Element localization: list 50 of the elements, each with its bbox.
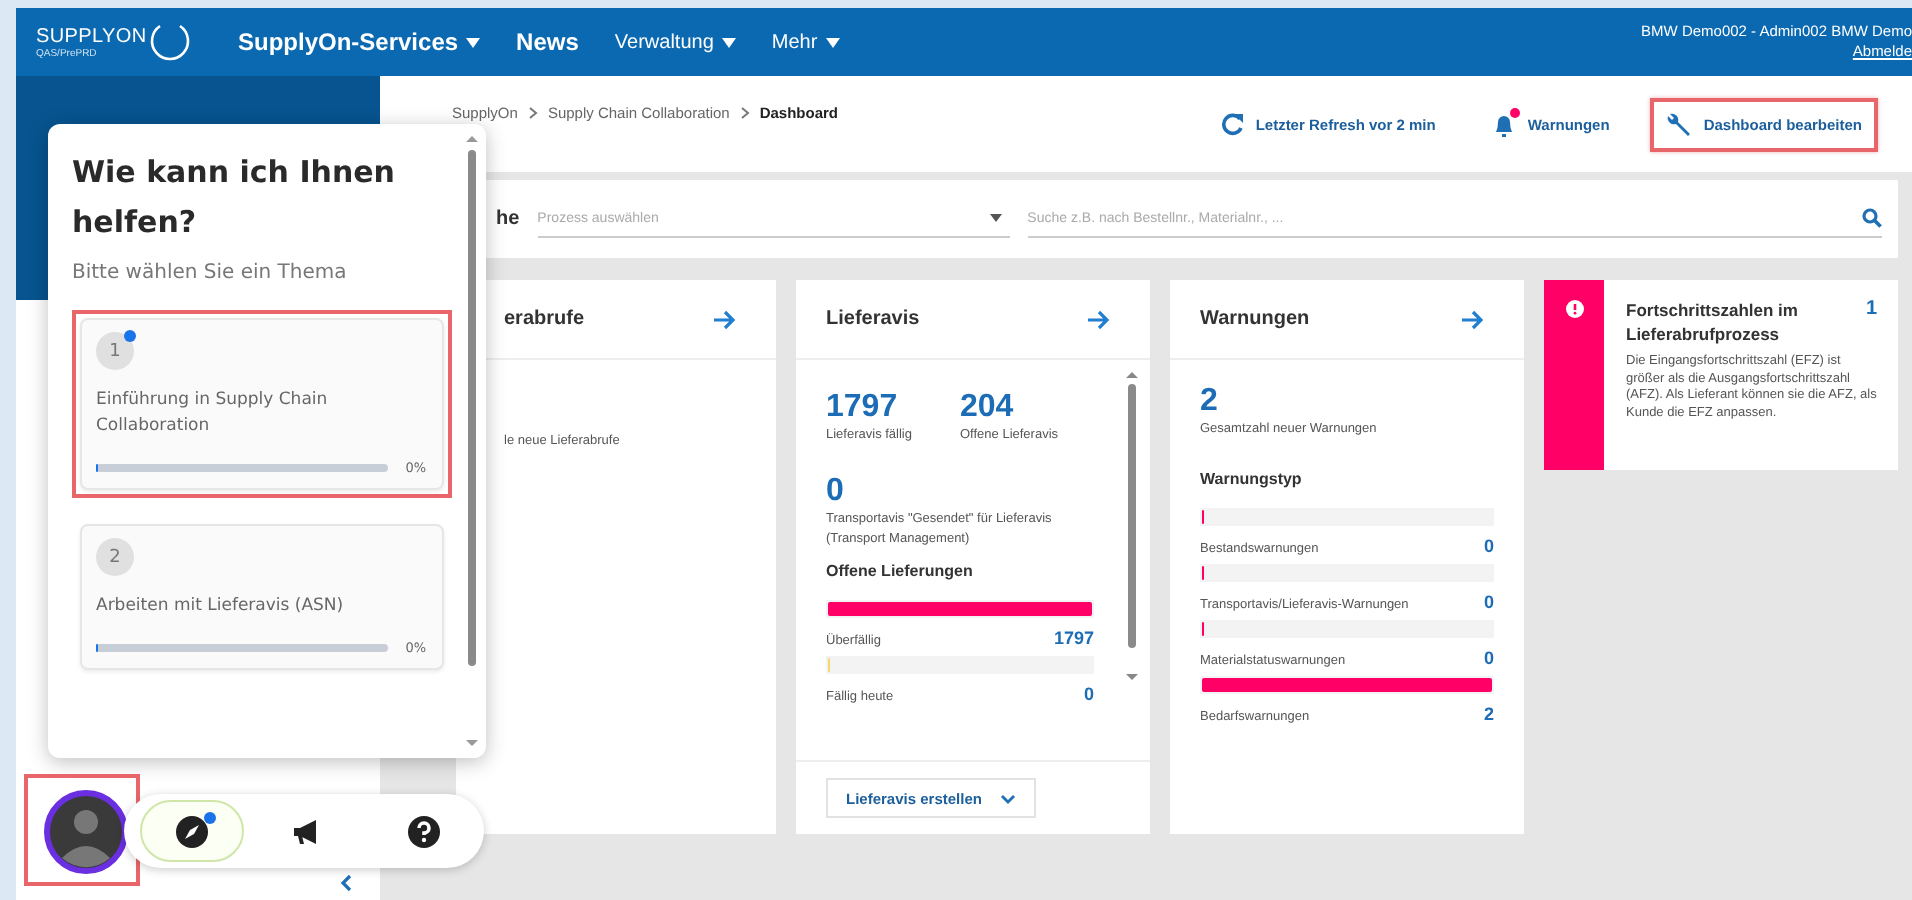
step-number: 1 bbox=[96, 332, 134, 370]
notification-dot bbox=[204, 812, 216, 824]
help-subtitle: Bitte wählen Sie ein Thema bbox=[72, 262, 349, 284]
caret-down-icon bbox=[825, 37, 840, 47]
section-title: Warnungstyp bbox=[1200, 470, 1304, 488]
section-title: Offene Lieferungen bbox=[826, 562, 975, 580]
nav-menu-item[interactable]: Mehr bbox=[771, 31, 840, 53]
nav-menu-item[interactable]: News bbox=[516, 28, 579, 56]
arrow-right-icon[interactable] bbox=[714, 309, 736, 329]
refresh-icon bbox=[1219, 112, 1244, 136]
bell-icon bbox=[1491, 111, 1516, 137]
stat-value: 1797 bbox=[826, 390, 900, 426]
caret-icon bbox=[989, 214, 1002, 222]
nav-menu-item[interactable]: Verwaltung bbox=[614, 31, 736, 53]
breadcrumb-separator-icon bbox=[527, 105, 538, 119]
search-icon bbox=[1862, 208, 1882, 228]
nav-menu-item[interactable]: SupplyOn-Services bbox=[238, 28, 481, 56]
stat-value: 2 bbox=[1200, 384, 1220, 420]
collapse-chevron-icon[interactable] bbox=[340, 874, 352, 892]
logo-ring-icon bbox=[148, 20, 192, 64]
breadcrumb-separator-icon bbox=[739, 105, 750, 119]
step-number: 2 bbox=[96, 538, 134, 576]
card-title: Lieferavis bbox=[826, 308, 920, 330]
arrow-right-icon[interactable] bbox=[1088, 309, 1110, 329]
notification-dot bbox=[1509, 107, 1520, 117]
search-label: he bbox=[496, 208, 520, 230]
toolbar-button[interactable] bbox=[140, 800, 244, 862]
stat-value: 0 bbox=[826, 474, 846, 510]
topic-title: Einführung in Supply Chain Collaboration bbox=[96, 388, 330, 440]
stat-value: 204 bbox=[960, 390, 1016, 426]
arrow-right-icon[interactable] bbox=[1462, 309, 1484, 329]
topic-title: Arbeiten mit Lieferavis (ASN) bbox=[96, 594, 346, 620]
help-icon bbox=[406, 813, 442, 849]
caret-down-icon bbox=[466, 37, 481, 47]
caret-down-icon bbox=[721, 37, 736, 47]
help-title: Wie kann ich Ihnen helfen? bbox=[72, 152, 397, 244]
count-value: 1797 bbox=[1053, 628, 1094, 648]
chevron-down-icon bbox=[999, 793, 1016, 803]
alert-count: 1 bbox=[1866, 298, 1878, 324]
count-value: 0 bbox=[1083, 684, 1094, 704]
wrench-icon bbox=[1665, 111, 1692, 137]
count-value: 2 bbox=[1483, 704, 1494, 724]
count-value: 0 bbox=[1483, 592, 1494, 612]
count-value: 0 bbox=[1483, 536, 1494, 556]
card-title: Warnungen bbox=[1200, 308, 1310, 330]
alert-title: Fortschrittszahlen im Lieferabrufprozess bbox=[1626, 298, 1800, 346]
compass-icon bbox=[174, 813, 210, 849]
card-title: erabrufe bbox=[504, 308, 585, 330]
count-value: 0 bbox=[1483, 648, 1494, 668]
exclamation-icon bbox=[1565, 300, 1583, 318]
